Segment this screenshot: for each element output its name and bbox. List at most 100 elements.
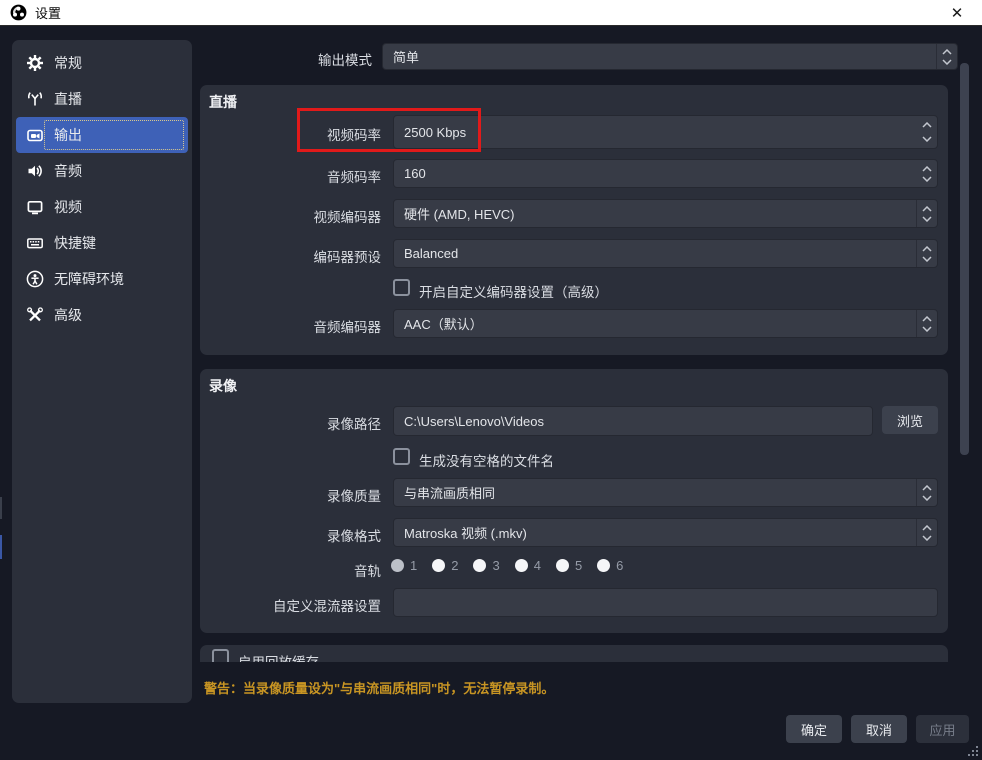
chevron-down-icon bbox=[922, 535, 932, 541]
chevron-down-icon bbox=[922, 495, 932, 501]
video-encoder-select[interactable]: 硬件 (AMD, HEVC) bbox=[393, 199, 938, 228]
audio-track-label: 音轨 bbox=[211, 560, 381, 580]
chevron-up-icon bbox=[922, 485, 932, 491]
chevron-down-icon bbox=[922, 136, 932, 142]
speaker-icon bbox=[26, 162, 44, 180]
recording-format-select[interactable]: Matroska 视频 (.mkv) bbox=[393, 518, 938, 547]
dropdown-chevrons bbox=[916, 200, 937, 227]
recording-quality-select[interactable]: 与串流画质相同 bbox=[393, 478, 938, 507]
audio-track-option-1[interactable]: 1 bbox=[391, 558, 417, 573]
video-encoder-label: 视频编码器 bbox=[211, 206, 381, 226]
sidebar-item-output[interactable]: 输出 bbox=[16, 117, 188, 153]
sidebar-item-label: 直播 bbox=[54, 89, 82, 109]
radio bbox=[597, 559, 610, 572]
dropdown-chevrons bbox=[916, 479, 937, 506]
enable-replay-buffer-checkbox[interactable] bbox=[212, 649, 229, 662]
annotation-highlight-box bbox=[297, 108, 481, 152]
obs-logo-icon bbox=[10, 4, 27, 21]
radio bbox=[515, 559, 528, 572]
section-title-streaming: 直播 bbox=[209, 92, 237, 112]
sidebar-item-stream[interactable]: 直播 bbox=[16, 81, 188, 117]
custom-encoder-checkbox-label: 开启自定义编码器设置（高级） bbox=[419, 281, 608, 301]
dropdown-chevrons bbox=[916, 240, 937, 267]
tools-icon bbox=[26, 306, 44, 324]
chevron-down-icon bbox=[942, 59, 952, 65]
enable-replay-buffer-label: 启用回放缓存 bbox=[238, 651, 319, 662]
sidebar-item-general[interactable]: 常规 bbox=[16, 45, 188, 81]
audio-encoder-select[interactable]: AAC（默认） bbox=[393, 309, 938, 338]
sidebar-item-label: 音频 bbox=[54, 161, 82, 181]
background-window-sliver-blue bbox=[0, 535, 2, 559]
broadcast-icon bbox=[26, 90, 44, 108]
sidebar-item-audio[interactable]: 音频 bbox=[16, 153, 188, 189]
replay-buffer-section-clipped: 启用回放缓存 bbox=[200, 645, 948, 662]
chevron-down-icon bbox=[922, 256, 932, 262]
radio bbox=[432, 559, 445, 572]
apply-button[interactable]: 应用 bbox=[916, 715, 969, 743]
recording-path-input[interactable]: C:\Users\Lenovo\Videos bbox=[393, 406, 873, 436]
chevron-up-icon bbox=[922, 525, 932, 531]
keyboard-icon bbox=[26, 234, 44, 252]
sidebar-item-label: 常规 bbox=[54, 53, 82, 73]
sidebar-item-hotkeys[interactable]: 快捷键 bbox=[16, 225, 188, 261]
resize-grip[interactable] bbox=[967, 745, 979, 757]
spinner-arrows bbox=[916, 160, 937, 187]
accessibility-icon bbox=[26, 270, 44, 288]
custom-muxer-input[interactable] bbox=[393, 588, 938, 617]
sidebar-item-label: 视频 bbox=[54, 197, 82, 217]
cancel-button[interactable]: 取消 bbox=[851, 715, 907, 743]
close-icon[interactable]: ✕ bbox=[942, 4, 972, 22]
chevron-up-icon bbox=[942, 49, 952, 55]
recording-path-label: 录像路径 bbox=[211, 413, 381, 433]
browse-button[interactable]: 浏览 bbox=[882, 406, 938, 434]
settings-sidebar: 常规 直播 输出 bbox=[12, 40, 192, 703]
dropdown-chevrons bbox=[916, 519, 937, 546]
audio-track-option-3[interactable]: 3 bbox=[473, 558, 499, 573]
chevron-up-icon bbox=[922, 316, 932, 322]
audio-track-option-6[interactable]: 6 bbox=[597, 558, 623, 573]
custom-muxer-label: 自定义混流器设置 bbox=[211, 595, 381, 615]
audio-bitrate-label: 音频码率 bbox=[211, 166, 381, 186]
sidebar-item-accessibility[interactable]: 无障碍环境 bbox=[16, 261, 188, 297]
recording-format-label: 录像格式 bbox=[211, 525, 381, 545]
radio bbox=[473, 559, 486, 572]
output-mode-select[interactable]: 简单 bbox=[382, 43, 958, 70]
audio-track-option-5[interactable]: 5 bbox=[556, 558, 582, 573]
audio-bitrate-spinbox[interactable]: 160 bbox=[393, 159, 938, 188]
monitor-icon bbox=[26, 198, 44, 216]
scrollbar-thumb[interactable] bbox=[960, 63, 969, 455]
audio-encoder-label: 音频编码器 bbox=[211, 316, 381, 336]
settings-window: 设置 ✕ 常规 bbox=[0, 0, 982, 760]
ok-button[interactable]: 确定 bbox=[786, 715, 842, 743]
radio bbox=[556, 559, 569, 572]
no-space-filename-label: 生成没有空格的文件名 bbox=[419, 450, 554, 470]
dropdown-chevrons bbox=[936, 44, 957, 69]
audio-track-option-2[interactable]: 2 bbox=[432, 558, 458, 573]
audio-track-radios: 1 2 3 4 5 6 bbox=[391, 558, 623, 573]
encoder-preset-label: 编码器预设 bbox=[211, 246, 381, 266]
sidebar-item-label: 快捷键 bbox=[54, 233, 96, 253]
chevron-down-icon bbox=[922, 176, 932, 182]
radio-selected bbox=[391, 559, 404, 572]
sidebar-item-video[interactable]: 视频 bbox=[16, 189, 188, 225]
audio-track-option-4[interactable]: 4 bbox=[515, 558, 541, 573]
gear-icon bbox=[26, 54, 44, 72]
chevron-down-icon bbox=[922, 216, 932, 222]
spinner-arrows bbox=[916, 116, 937, 148]
sidebar-item-advanced[interactable]: 高级 bbox=[16, 297, 188, 333]
background-window-sliver-gray bbox=[0, 497, 2, 519]
titlebar: 设置 ✕ bbox=[0, 0, 982, 26]
recording-quality-warning: 警告：当录像质量设为"与串流画质相同"时，无法暂停录制。 bbox=[204, 678, 554, 697]
custom-encoder-checkbox[interactable] bbox=[393, 279, 410, 296]
recording-section: 录像 录像路径 C:\Users\Lenovo\Videos 浏览 生成没有空格… bbox=[200, 369, 948, 633]
chevron-up-icon bbox=[922, 166, 932, 172]
chevron-up-icon bbox=[922, 206, 932, 212]
no-space-filename-checkbox[interactable] bbox=[393, 448, 410, 465]
sidebar-item-label: 无障碍环境 bbox=[54, 269, 124, 289]
chevron-down-icon bbox=[922, 326, 932, 332]
encoder-preset-select[interactable]: Balanced bbox=[393, 239, 938, 268]
window-title: 设置 bbox=[35, 3, 61, 22]
output-mode-label: 输出模式 bbox=[202, 49, 372, 69]
focus-outline bbox=[44, 120, 184, 150]
recording-quality-label: 录像质量 bbox=[211, 485, 381, 505]
